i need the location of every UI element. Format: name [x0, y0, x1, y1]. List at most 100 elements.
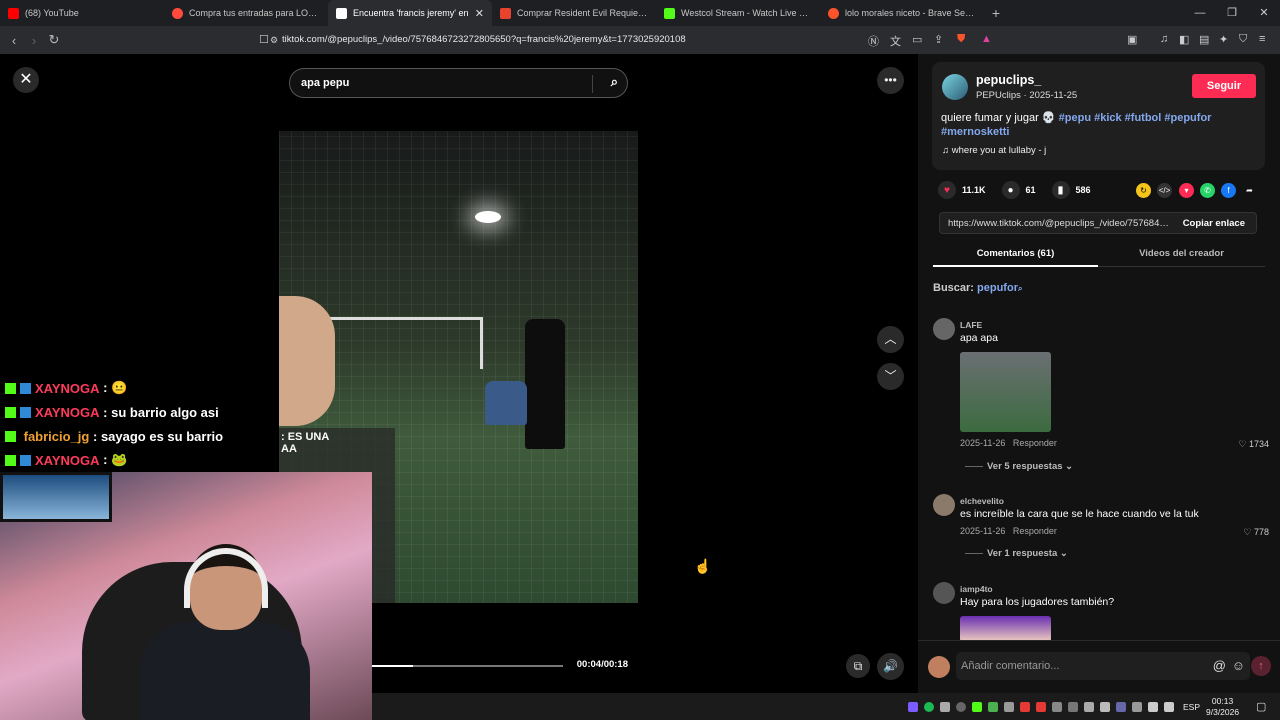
send-to-friends-icon[interactable]: ▾	[1179, 183, 1194, 198]
reload-icon[interactable]: ↻	[44, 32, 64, 48]
music-info[interactable]: ♫ where you at lullaby - j	[942, 145, 1046, 156]
chevron-down-icon[interactable]: ﹀	[877, 363, 904, 390]
more-icon[interactable]: •••	[877, 67, 904, 94]
comment-user[interactable]: LAFE	[960, 320, 982, 330]
comment-image[interactable]	[960, 616, 1051, 642]
avatar[interactable]	[933, 318, 955, 340]
comment-user[interactable]: iamp4to	[960, 584, 993, 594]
tab-youtube[interactable]: (68) YouTube	[0, 0, 164, 26]
notifications-icon[interactable]: ▢	[1256, 700, 1266, 713]
avatar[interactable]	[933, 582, 955, 604]
send-icon[interactable]: ↑	[1251, 656, 1271, 676]
sidebar-icon[interactable]: ◧	[1179, 33, 1189, 46]
comment-icon[interactable]: ●	[1001, 181, 1020, 199]
author-username[interactable]: pepuclips_	[976, 73, 1041, 87]
tab-title: (68) YouTube	[25, 8, 79, 18]
tray-app-icon[interactable]	[1068, 701, 1078, 712]
tab-comments[interactable]: Comentarios (61)	[933, 241, 1098, 267]
heart-icon[interactable]: ♥	[938, 181, 956, 199]
emoji-icon[interactable]: ☺	[1232, 652, 1245, 680]
picture-in-picture-icon[interactable]: ⧉	[846, 654, 870, 678]
taskbar-clock[interactable]: 00:13 9/3/2026	[1206, 696, 1239, 718]
bookmark-page-icon[interactable]: ☐	[259, 33, 269, 46]
close-icon[interactable]: ✕	[13, 67, 39, 93]
comment-likes[interactable]: ♡ 778	[1243, 527, 1269, 538]
share-link[interactable]: https://www.tiktok.com/@pepuclips_/video…	[948, 218, 1170, 229]
translate-off-icon[interactable]: Ⓝ	[868, 33, 879, 49]
tray-app-icon[interactable]	[1020, 701, 1030, 712]
discord-icon[interactable]	[1084, 701, 1094, 712]
tray-app-icon[interactable]	[1036, 701, 1046, 712]
facebook-icon[interactable]: f	[1221, 183, 1236, 198]
view-replies-button[interactable]: Ver 1 respuesta ⌄	[965, 548, 1068, 559]
tab-resident-evil[interactable]: Comprar Resident Evil Requiem - PC	[492, 0, 656, 26]
avatar[interactable]	[942, 74, 968, 100]
tray-app-icon[interactable]	[1004, 701, 1014, 712]
reader-icon[interactable]: ▣	[1127, 33, 1137, 46]
leo-ai-icon[interactable]: ✦	[1219, 33, 1228, 46]
close-window-icon[interactable]: ✕	[1248, 0, 1280, 26]
volume-tray-icon[interactable]	[1164, 701, 1174, 712]
follow-button[interactable]: Seguir	[1192, 74, 1256, 98]
search-box[interactable]: apa pepu ⌕	[289, 68, 628, 98]
vpn-icon[interactable]: ⛉	[1239, 33, 1247, 46]
share-icon[interactable]: ➦	[1242, 183, 1257, 198]
tab-entradas[interactable]: Compra tus entradas para LOLO en M	[164, 0, 328, 26]
restore-icon[interactable]: ❐	[1216, 0, 1248, 26]
spotify-icon[interactable]	[924, 701, 934, 712]
url-field[interactable]: tiktok.com/@pepuclips_/video/75768467232…	[282, 26, 686, 54]
repost-icon[interactable]: ↻	[1136, 183, 1151, 198]
cast-icon[interactable]: ▭	[912, 33, 922, 46]
tray-app-icon[interactable]	[908, 701, 918, 712]
mention-icon[interactable]: @	[1213, 652, 1226, 680]
reply-button[interactable]: Responder	[1013, 526, 1057, 536]
tray-app-icon[interactable]	[988, 701, 998, 712]
comment-input[interactable]: Añadir comentario... @ ☺	[956, 652, 1250, 680]
language-indicator[interactable]: ESP	[1183, 702, 1200, 712]
new-tab-button[interactable]: +	[984, 5, 1008, 21]
kick-icon[interactable]	[972, 701, 982, 712]
whatsapp-icon[interactable]: ✆	[1200, 183, 1215, 198]
volume-icon[interactable]: 🔊	[877, 653, 904, 680]
menu-icon[interactable]: ≡	[1259, 33, 1265, 45]
view-replies-button[interactable]: Ver 5 respuestas ⌄	[965, 461, 1073, 472]
tab-tiktok[interactable]: Encuentra 'francis jeremy' en ✕	[328, 0, 492, 26]
progress-track[interactable]	[371, 665, 563, 667]
share-page-icon[interactable]: ⇪	[934, 33, 943, 46]
brave-shields-icon[interactable]: ⛊	[957, 33, 965, 46]
comment-text: Hay para los jugadores también?	[960, 596, 1115, 608]
back-icon[interactable]: ‹	[4, 33, 24, 48]
minimize-icon[interactable]: —	[1184, 0, 1216, 26]
clock-time: 00:13	[1211, 696, 1234, 706]
comment-likes[interactable]: ♡ 1734	[1238, 439, 1269, 450]
search-icon[interactable]: ⌕	[611, 74, 618, 90]
description-text: quiere fumar y jugar 💀	[941, 112, 1056, 124]
obs-icon[interactable]	[956, 701, 966, 712]
brave-rewards-icon[interactable]: ▲	[981, 33, 992, 45]
tab-brave-search[interactable]: lolo morales niceto - Brave Search	[820, 0, 984, 26]
comment-image[interactable]	[960, 352, 1051, 432]
tab-creator-videos[interactable]: Videos del creador	[1098, 241, 1265, 267]
steam-icon[interactable]	[1116, 701, 1126, 712]
wallet-icon[interactable]: ▤	[1199, 33, 1209, 46]
tray-app-icon[interactable]	[1100, 701, 1110, 712]
tab-kick[interactable]: Westcol Stream - Watch Live on Kick	[656, 0, 820, 26]
avatar[interactable]	[933, 494, 955, 516]
network-icon[interactable]	[1148, 701, 1158, 712]
media-icon[interactable]: ♫	[1160, 33, 1168, 45]
translate-icon[interactable]: 文	[890, 33, 901, 49]
close-tab-icon[interactable]: ✕	[475, 7, 484, 20]
tray-app-icon[interactable]	[1052, 701, 1062, 712]
mic-icon[interactable]	[940, 701, 950, 712]
chevron-up-icon[interactable]: ︿	[877, 326, 904, 353]
reply-button[interactable]: Responder	[1013, 438, 1057, 448]
tray-app-icon[interactable]	[1132, 701, 1142, 712]
site-info-icon[interactable]: ⚙	[270, 35, 278, 46]
search-input[interactable]: apa pepu	[301, 77, 349, 89]
comment-user[interactable]: elchevelito	[960, 496, 1004, 506]
bookmark-icon[interactable]: ▮	[1051, 181, 1070, 199]
copy-link-button[interactable]: Copiar enlace	[1183, 218, 1245, 229]
forward-icon[interactable]: ›	[24, 33, 44, 48]
embed-icon[interactable]: </>	[1157, 183, 1172, 198]
related-search-link[interactable]: pepufor	[977, 282, 1018, 294]
